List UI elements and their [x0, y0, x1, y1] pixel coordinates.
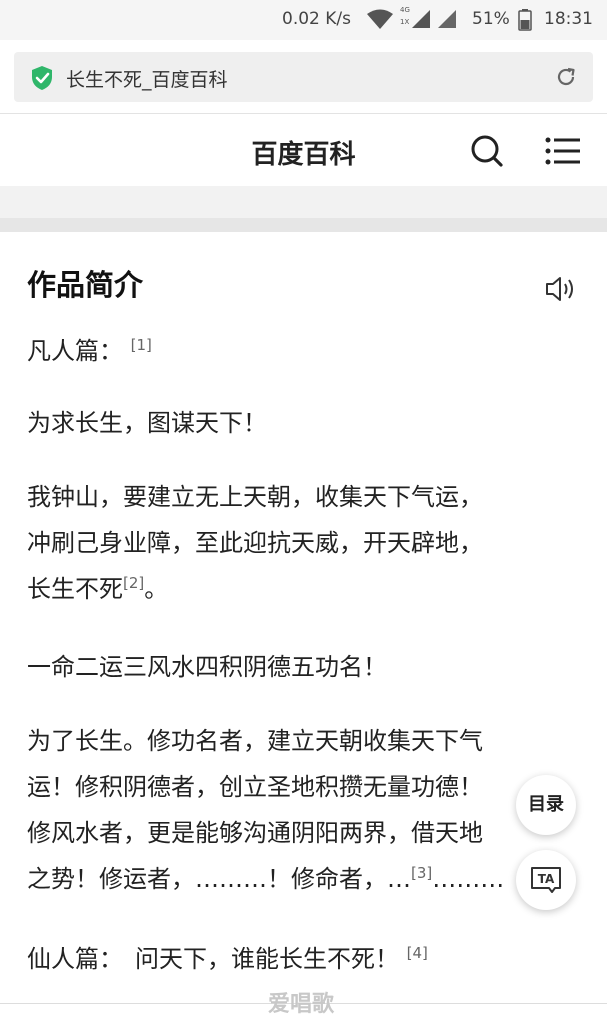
article-content: 作品简介 凡人篇： [1] 为求长生，图谋天下！ 我钟山，要建立无上天朝，收集天…: [0, 232, 607, 1020]
paragraph-immortal: 仙人篇： 问天下，谁能长生不死！ [4]: [27, 936, 583, 982]
page-title: 长生不死_百度百科: [66, 69, 228, 91]
paragraph-line: 我钟山，要建立无上天朝，收集天下气运，: [27, 483, 483, 511]
paragraph-line: 运！修积阴德者，创立圣地积攒无量功德！: [27, 773, 483, 801]
reference-link[interactable]: [4]: [407, 944, 428, 962]
speaker-icon[interactable]: [544, 274, 580, 304]
reference-link[interactable]: [3]: [411, 864, 432, 882]
shield-check-icon: [30, 65, 54, 91]
watermark: 爱唱歌: [268, 992, 335, 1017]
paragraph-text: 仙人篇： 问天下，谁能长生不死！: [27, 945, 399, 973]
separator-band: [0, 218, 607, 232]
wifi-icon: [366, 8, 394, 35]
paragraph-tail: 。: [144, 575, 169, 603]
paragraph-mortal: 凡人篇： [1]: [27, 328, 583, 374]
search-icon[interactable]: [470, 134, 504, 168]
reference-link[interactable]: [2]: [123, 574, 144, 592]
reference-link[interactable]: [1]: [131, 336, 152, 354]
paragraph-text: 凡人篇：: [27, 337, 123, 365]
url-bar[interactable]: 长生不死_百度百科: [14, 52, 593, 102]
net-speed: 0.02 K/s: [282, 9, 351, 29]
paragraph-line: 长生不死: [27, 575, 123, 603]
paragraph-five-fates: 一命二运三风水四积阴德五功名！: [27, 644, 583, 690]
battery-icon: [518, 9, 532, 36]
signal-icon-2: [436, 8, 458, 35]
paragraph-line: 为了长生。修功名者，建立天朝收集天下气: [27, 727, 483, 755]
toc-button[interactable]: 目录: [516, 775, 576, 835]
paragraph-tail: ………: [432, 865, 505, 893]
paragraph-text: 为求长生，图谋天下！: [27, 409, 267, 437]
battery-level: 51%: [472, 9, 510, 29]
section-title: 作品简介: [27, 268, 144, 302]
network-type-bottom: 1X: [400, 18, 410, 26]
signal-icon-1: [410, 8, 432, 35]
reload-icon[interactable]: [555, 66, 577, 88]
network-type: 4G 1X: [400, 6, 410, 26]
ta-icon: TA: [531, 867, 561, 893]
paragraph-text: 一命二运三风水四积阴德五功名！: [27, 653, 387, 681]
network-type-top: 4G: [400, 6, 410, 14]
site-brand[interactable]: 百度百科: [0, 134, 607, 171]
ta-button[interactable]: TA: [516, 850, 576, 910]
status-bar: 0.02 K/s 4G 1X 51% 18:31: [0, 0, 607, 40]
paragraph-line: 之势！修运者，………！修命者，…: [27, 865, 411, 893]
ta-label: TA: [538, 872, 555, 886]
paragraph-for-immortality: 为了长生。修功名者，建立天朝收集天下气 运！修积阴德者，创立圣地积攒无量功德！ 修风…: [27, 718, 583, 902]
menu-icon[interactable]: [545, 136, 581, 166]
clock: 18:31: [544, 9, 593, 29]
paragraph-line: 修风水者，更是能够沟通阴阳两界，借天地: [27, 819, 483, 847]
paragraph-seek-immortality: 为求长生，图谋天下！: [27, 400, 583, 446]
site-header: 百度百科: [0, 114, 607, 186]
paragraph-line: 冲刷己身业障，至此迎抗天威，开天辟地，: [27, 529, 483, 557]
paragraph-zhongshan: 我钟山，要建立无上天朝，收集天下气运， 冲刷己身业障，至此迎抗天威，开天辟地， 长生…: [27, 474, 583, 612]
section-separator: [0, 186, 607, 232]
